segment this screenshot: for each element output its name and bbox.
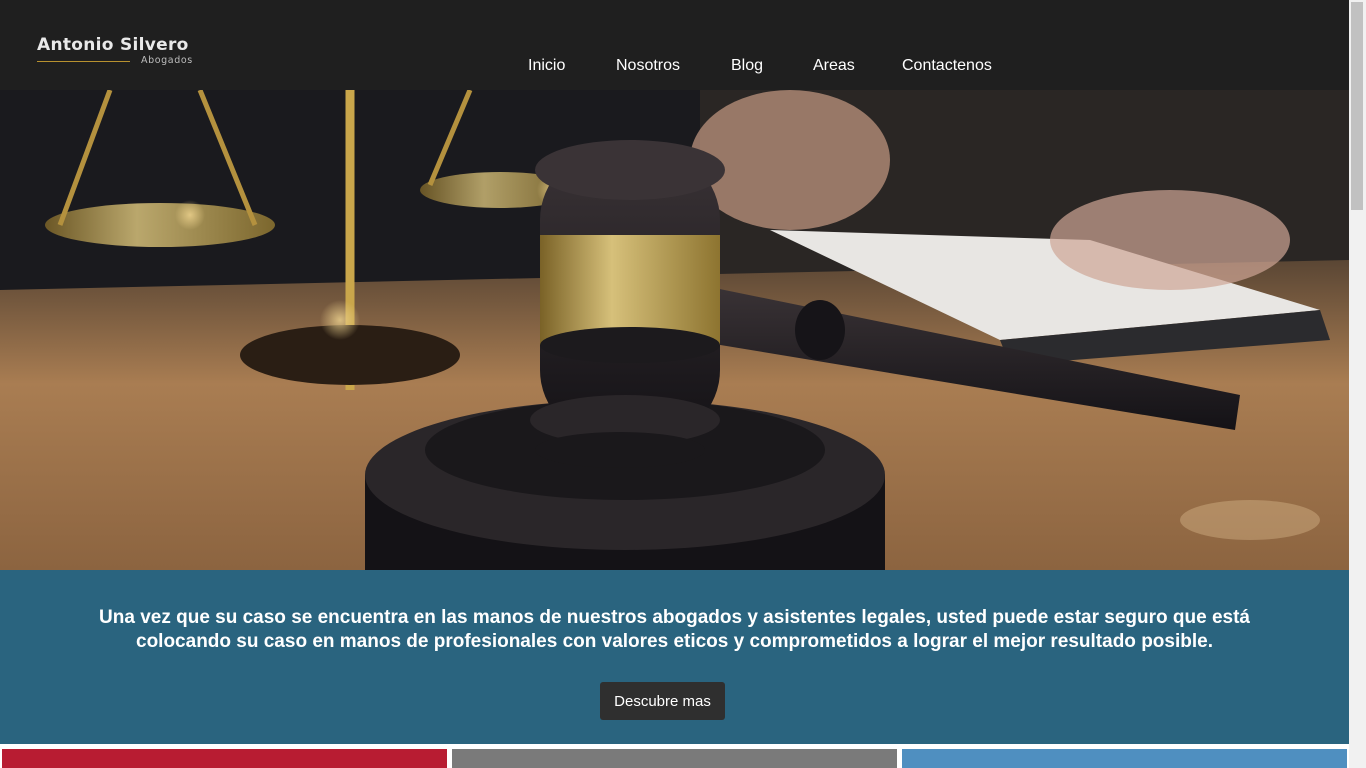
brand-name: Antonio Silvero <box>37 35 189 55</box>
hero-image <box>0 90 1349 570</box>
brand-tagline: Abogados <box>141 55 193 66</box>
mission-banner: Una vez que su caso se encuentra en las … <box>0 570 1349 744</box>
discover-more-button[interactable]: Descubre mas <box>600 682 725 720</box>
nav-item-nosotros[interactable]: Nosotros <box>616 57 680 75</box>
site-header: Antonio Silvero Abogados Inicio Nosotros… <box>0 0 1349 90</box>
logo-divider <box>37 61 130 62</box>
nav-item-blog[interactable]: Blog <box>731 57 763 75</box>
nav-item-inicio[interactable]: Inicio <box>528 57 565 75</box>
area-card-blue[interactable] <box>902 749 1347 768</box>
nav-item-contactenos[interactable]: Contactenos <box>902 57 992 75</box>
page-viewport: Antonio Silvero Abogados Inicio Nosotros… <box>0 0 1349 768</box>
page-scrollbar[interactable] <box>1349 0 1366 768</box>
nav-item-areas[interactable]: Areas <box>813 57 855 75</box>
mission-text: Una vez que su caso se encuentra en las … <box>99 607 1250 652</box>
gavel-scales-illustration <box>0 90 1349 570</box>
brand-logo[interactable]: Antonio Silvero Abogados <box>37 34 207 74</box>
area-card-red[interactable] <box>2 749 447 768</box>
area-card-gray[interactable] <box>452 749 897 768</box>
scrollbar-thumb[interactable] <box>1351 2 1363 210</box>
